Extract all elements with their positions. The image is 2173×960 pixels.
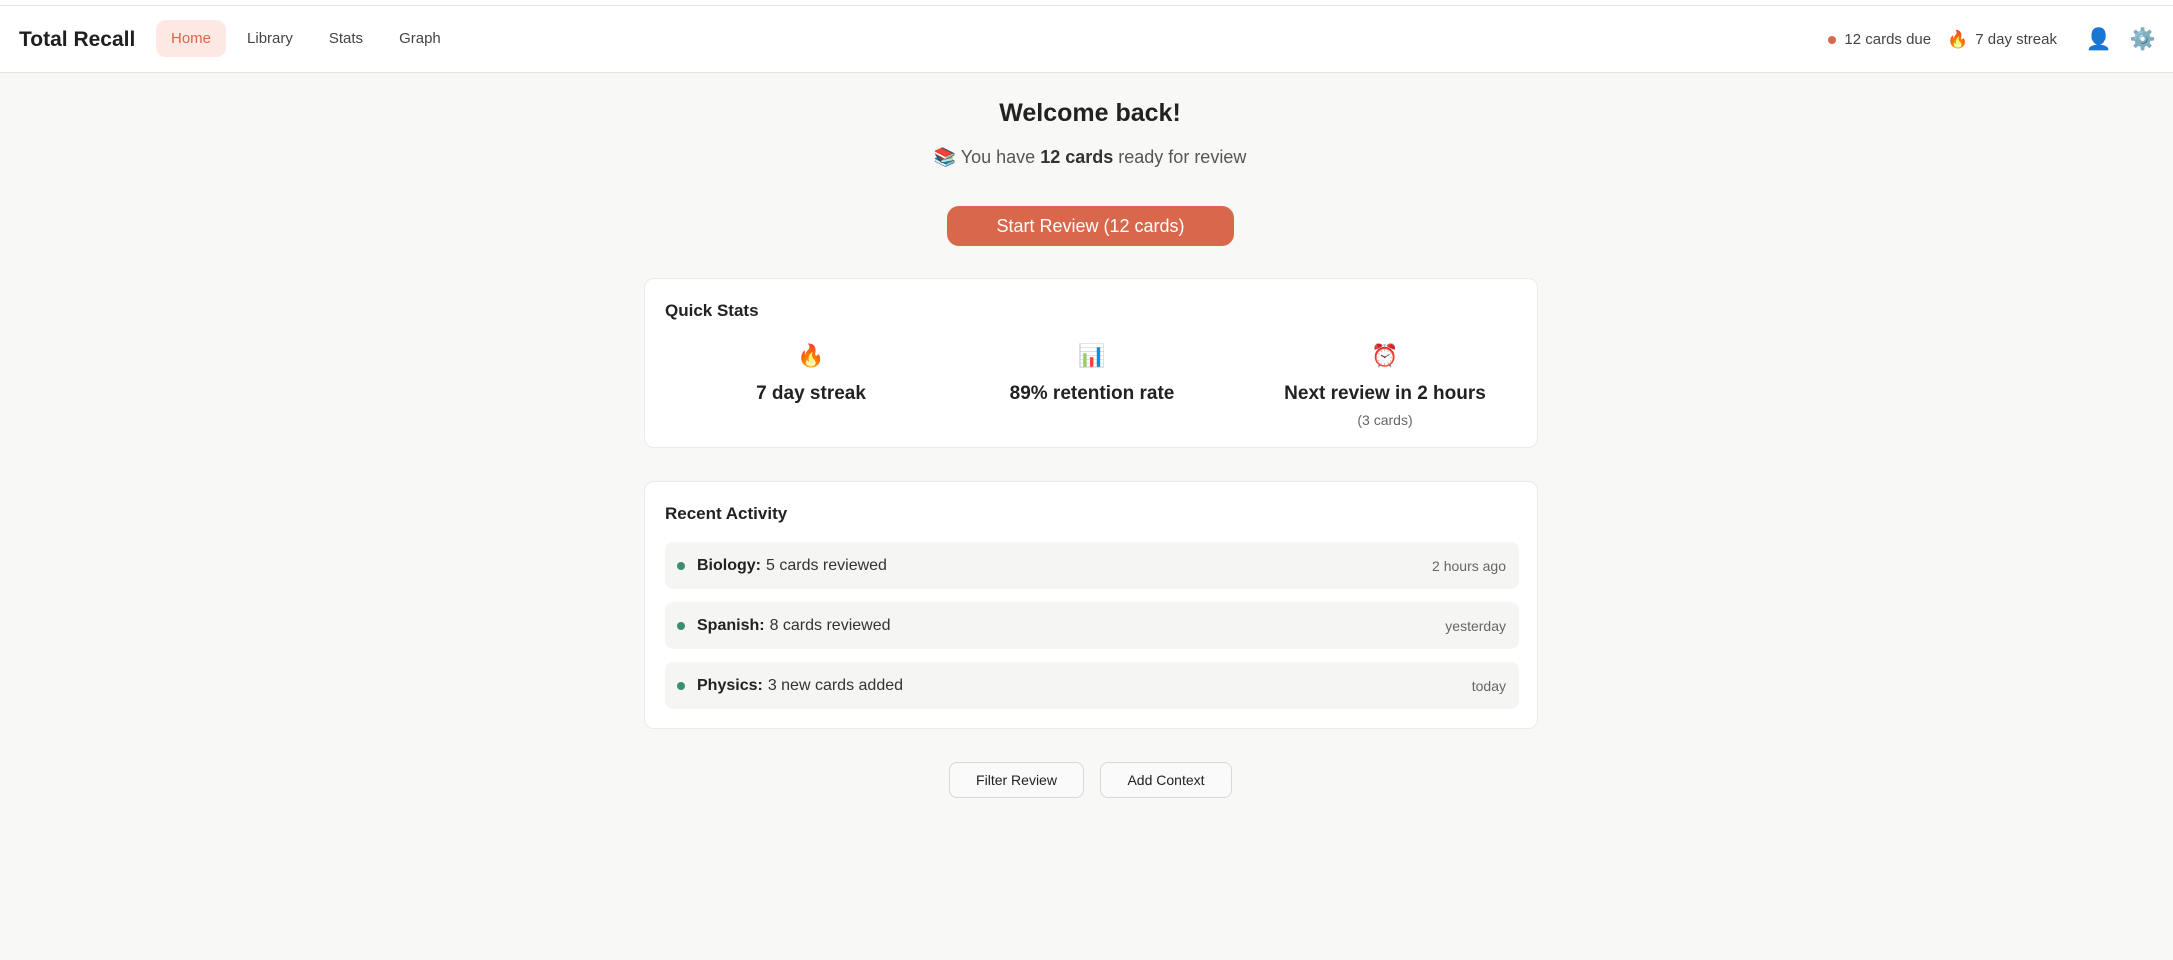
- review-summary: 📚 You have 12 cards ready for review: [0, 147, 2173, 168]
- activity-subject: Spanish:: [697, 616, 765, 634]
- cards-due-text: 12 cards due: [1844, 31, 1932, 48]
- recent-activity-card: Recent Activity Biology: 5 cards reviewe…: [644, 481, 1538, 729]
- stat-next-review: ⏰ Next review in 2 hours (3 cards): [1239, 343, 1531, 428]
- activity-dot-icon: [677, 561, 685, 570]
- stat-streak-value: 7 day streak: [756, 383, 866, 404]
- activity-subject: Physics:: [697, 676, 763, 694]
- recent-activity-title: Recent Activity: [665, 504, 788, 523]
- activity-item: Spanish: 8 cards reviewed yesterday: [665, 602, 1519, 649]
- stat-streak: 🔥 7 day streak: [665, 343, 957, 405]
- activity-time: today: [1471, 677, 1506, 694]
- activity-time: yesterday: [1445, 617, 1506, 634]
- bar-chart-icon: 📊: [1078, 343, 1106, 368]
- start-review-button[interactable]: Start Review (12 cards): [947, 206, 1234, 246]
- settings-gear-icon[interactable]: ⚙️: [2129, 28, 2157, 52]
- activity-item: Physics: 3 new cards added today: [665, 662, 1519, 709]
- stat-next-review-note: (3 cards): [1357, 412, 1413, 428]
- alarm-clock-icon: ⏰: [1371, 343, 1399, 368]
- welcome-heading: Welcome back!: [999, 99, 1181, 127]
- quick-stats-card: Quick Stats 🔥 7 day streak 📊 89% retenti…: [644, 278, 1538, 448]
- activity-text: 3 new cards added: [767, 676, 904, 694]
- activity-dot-icon: [677, 621, 685, 630]
- activity-time: 2 hours ago: [1432, 557, 1506, 574]
- top-bar: Total Recall Home Library Stats Graph 12…: [0, 6, 2173, 73]
- user-icon[interactable]: 👤: [2085, 28, 2113, 52]
- header-status: 12 cards due 🔥 7 day streak 👤 ⚙️: [1828, 6, 2173, 73]
- stat-next-review-value: Next review in 2 hours: [1284, 383, 1486, 404]
- stat-retention-value: 89% retention rate: [1009, 383, 1175, 404]
- stat-retention: 📊 89% retention rate: [946, 343, 1238, 405]
- summary-suffix: ready for review: [1118, 147, 1247, 167]
- app-title: Total Recall: [19, 28, 136, 51]
- activity-text: 8 cards reviewed: [769, 616, 891, 634]
- activity-text: 5 cards reviewed: [766, 556, 887, 574]
- due-dot-icon: [1828, 35, 1837, 44]
- nav-stats[interactable]: Stats: [314, 20, 378, 57]
- activity-item: Biology: 5 cards reviewed 2 hours ago: [665, 542, 1519, 589]
- add-context-button[interactable]: Add Context: [1100, 762, 1232, 798]
- activity-dot-icon: [677, 681, 685, 690]
- activity-subject: Biology:: [697, 556, 761, 574]
- filter-review-button[interactable]: Filter Review: [949, 762, 1084, 798]
- books-icon: 📚: [933, 147, 957, 167]
- quick-stats-title: Quick Stats: [665, 301, 759, 320]
- summary-prefix: You have: [960, 147, 1036, 167]
- fire-icon: 🔥: [1947, 29, 1969, 49]
- cards-due-indicator: 12 cards due: [1828, 31, 1931, 48]
- nav-home[interactable]: Home: [156, 20, 227, 57]
- nav-graph[interactable]: Graph: [384, 20, 456, 57]
- summary-count: 12 cards: [1040, 147, 1114, 167]
- streak-text: 7 day streak: [1975, 31, 2057, 48]
- main-nav: Home Library Stats Graph: [156, 20, 456, 57]
- nav-library[interactable]: Library: [232, 20, 308, 57]
- fire-icon: 🔥: [797, 343, 825, 368]
- streak-indicator: 🔥 7 day streak: [1947, 30, 2057, 50]
